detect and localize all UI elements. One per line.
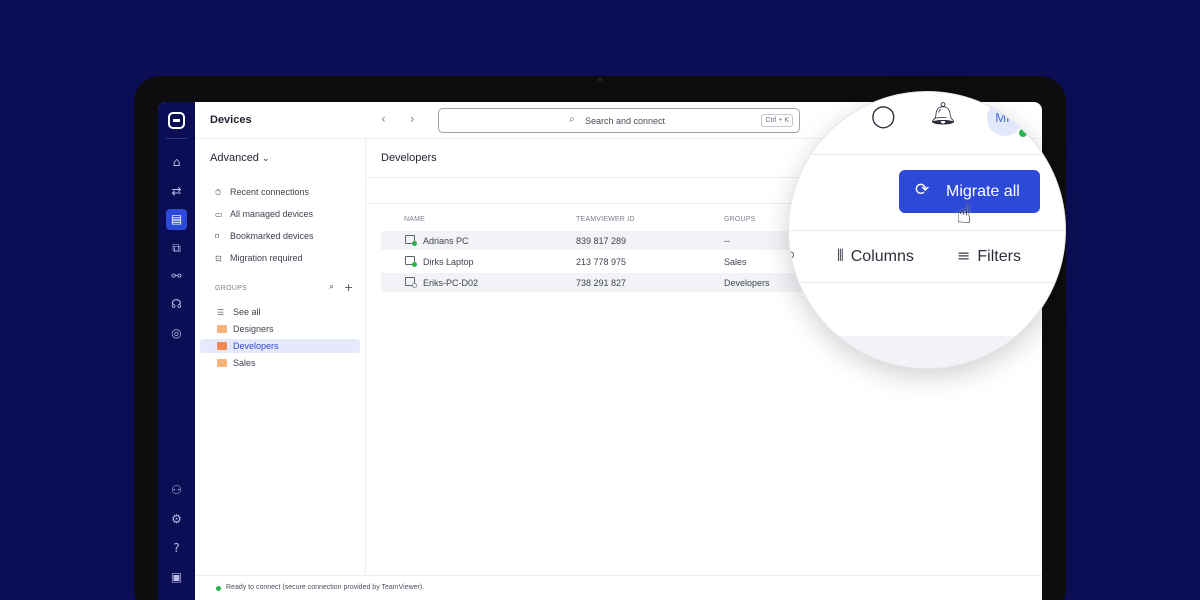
users-icon[interactable]: ⚇: [166, 480, 187, 501]
group-label: Designers: [233, 324, 274, 334]
nav-item-bookmarked-devices[interactable]: ⌑ Bookmarked devices: [215, 231, 314, 241]
view-mode-label: Advanced: [210, 152, 259, 164]
groups-heading: GROUPS: [215, 285, 248, 292]
device-id: 738 291 827: [576, 278, 627, 288]
columns-button[interactable]: ⫴ Columns: [837, 246, 914, 266]
view-mode-dropdown[interactable]: Advanced ⌄: [210, 152, 269, 164]
divider: [789, 282, 1065, 283]
folder-icon: [217, 342, 227, 350]
column-header-groups[interactable]: GROUPS: [724, 216, 756, 223]
clock-icon: ⏱: [215, 188, 222, 197]
device-group: Developers: [724, 278, 770, 288]
rail-divider: [166, 138, 187, 139]
magnifier-callout: ◯ 🔔︎ MK ⟳ Migrate all ☝ ⌕ ⫴Columns ≡Filt…: [788, 91, 1066, 369]
computer-icon: [405, 235, 417, 246]
device-name: Eriks-PC-D02: [423, 278, 479, 288]
sessions-icon[interactable]: ⧉: [166, 238, 187, 259]
migration-icon: ⊡: [215, 254, 222, 263]
table-row-background: [789, 336, 1065, 368]
device-name: Adrians PC: [423, 236, 469, 246]
divider: [789, 154, 1065, 155]
forward-chevron-icon[interactable]: ›: [410, 112, 415, 126]
device-group: --: [724, 236, 730, 246]
table-row[interactable]: Adrians PC 839 817 289 --: [381, 231, 821, 250]
columns-icon: ⫴: [837, 246, 844, 265]
offline-status-dot: [412, 283, 417, 288]
back-chevron-icon[interactable]: ‹: [381, 112, 386, 126]
chat-icon[interactable]: ◯: [871, 104, 896, 129]
online-status-dot: [412, 262, 417, 267]
home-icon[interactable]: ⌂: [166, 152, 187, 173]
filters-label: Filters: [977, 248, 1021, 265]
group-label: See all: [233, 307, 261, 317]
nav-item-recent-connections[interactable]: ⏱ Recent connections: [215, 187, 309, 198]
camera-notch: [597, 78, 603, 81]
add-group-icon[interactable]: +: [344, 281, 353, 294]
filters-button[interactable]: ≡ Filters: [957, 246, 1021, 266]
group-label: Sales: [233, 358, 256, 368]
migrate-icon: ⟳: [915, 180, 930, 200]
nav-item-migration-required[interactable]: ⊡ Migration required: [215, 253, 303, 263]
nav-item-label: Recent connections: [230, 187, 310, 197]
device-group: Sales: [724, 257, 747, 267]
columns-label: Columns: [850, 248, 914, 265]
group-see-all[interactable]: ☰ See all: [200, 305, 360, 319]
group-developers[interactable]: Developers: [200, 339, 360, 353]
device-id: 839 817 289: [576, 236, 627, 246]
help-icon[interactable]: ?: [166, 538, 187, 559]
transfer-icon[interactable]: ⇄: [166, 181, 187, 202]
icon-rail: ⌂ ⇄ ▤ ⧉ ⚯ ☊ ◎ ⚇ ⚙ ? ▣: [158, 102, 195, 600]
search-icon: ⌕: [569, 114, 575, 125]
group-search-icon[interactable]: ⌕: [329, 282, 334, 292]
online-status-dot: [1017, 127, 1029, 139]
computer-icon: [405, 256, 417, 267]
table-row[interactable]: Eriks-PC-D02 738 291 827 Developers: [381, 273, 821, 292]
notification-bell-icon[interactable]: 🔔︎: [929, 102, 957, 127]
group-designers[interactable]: Designers: [200, 322, 360, 336]
security-icon[interactable]: ◎: [166, 323, 187, 344]
column-header-name[interactable]: NAME: [404, 216, 425, 223]
nav-item-label: All managed devices: [230, 209, 314, 219]
status-bar: Ready to connect (secure connection prov…: [195, 575, 1042, 600]
support-icon[interactable]: ☊: [166, 294, 187, 315]
search-icon[interactable]: ⌕: [789, 242, 796, 266]
group-sales[interactable]: Sales: [200, 356, 360, 370]
chevron-down-icon: ⌄: [261, 154, 270, 164]
list-icon: ☰: [217, 308, 225, 317]
group-title: Developers: [381, 152, 437, 164]
group-label: Developers: [233, 341, 279, 351]
device-id: 213 778 975: [576, 257, 627, 267]
online-status-dot: [412, 241, 417, 246]
teamviewer-logo-icon: [168, 112, 185, 129]
connection-status-dot: [216, 586, 221, 591]
hand-cursor-icon: ☝: [956, 200, 972, 230]
shortcut-badge: Ctrl + K: [761, 114, 793, 127]
settings-gear-icon[interactable]: ⚙: [166, 509, 187, 530]
table-row[interactable]: Dirks Laptop 213 778 975 Sales: [381, 252, 821, 271]
computer-icon: [405, 277, 417, 288]
filter-icon: ≡: [957, 246, 971, 265]
search-placeholder: Search and connect: [585, 116, 666, 126]
device-name: Dirks Laptop: [423, 257, 474, 267]
page-title: Devices: [210, 114, 252, 126]
integrations-icon[interactable]: ⚯: [166, 266, 187, 287]
migrate-all-label: Migrate all: [946, 183, 1020, 200]
nav-item-label: Bookmarked devices: [230, 231, 314, 241]
devices-icon[interactable]: ▤: [166, 209, 187, 230]
search-input[interactable]: ⌕ Search and connect Ctrl + K: [438, 108, 800, 133]
bookmark-icon: ⌑: [215, 232, 220, 241]
navigation-panel: Advanced ⌄ ⏱ Recent connections ▭ All manag…: [195, 139, 366, 575]
folder-icon: [217, 325, 227, 333]
status-text: Ready to connect (secure connection prov…: [226, 584, 425, 591]
nav-item-label: Migration required: [230, 253, 303, 263]
divider: [789, 230, 1065, 231]
devices-icon: ▭: [215, 210, 223, 219]
nav-item-all-managed-devices[interactable]: ▭ All managed devices: [215, 209, 313, 219]
folder-icon: [217, 359, 227, 367]
column-header-teamviewer-id[interactable]: TEAMVIEWER ID: [576, 216, 635, 223]
panel-toggle-icon[interactable]: ▣: [166, 567, 187, 588]
